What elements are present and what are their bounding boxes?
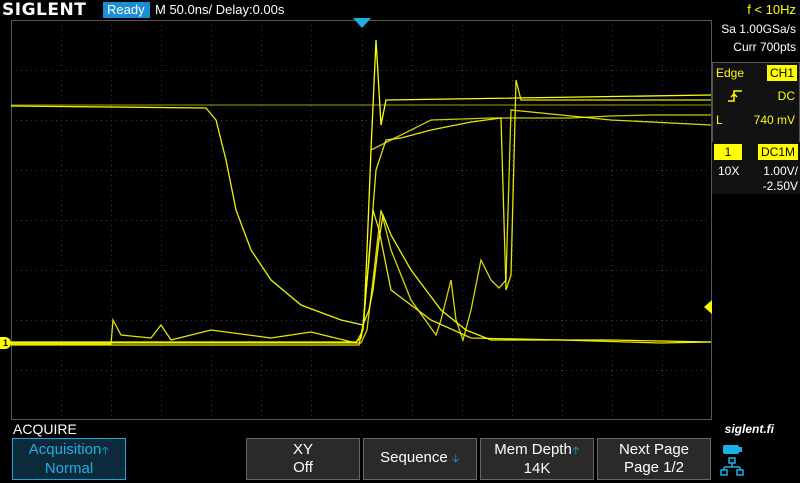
timebase-value: M 50.0ns/: [155, 2, 213, 17]
volts-per-div: 1.00V/: [763, 164, 798, 178]
ch1-trace: [11, 39, 712, 346]
softkey-value: 14K: [523, 460, 551, 477]
trigger-level-value: 740 mV: [753, 113, 795, 127]
sequence-softkey[interactable]: Sequence 🡣: [363, 438, 477, 480]
softkey-label: XY: [292, 441, 313, 458]
status-bar: SIGLENT Ready M 50.0ns/ Delay:0.00s f < …: [0, 0, 800, 20]
network-icon: [720, 457, 744, 476]
softkey-value: Page 1/2: [623, 459, 685, 476]
trigger-type: Edge: [716, 66, 745, 80]
softkey-value: Normal: [44, 460, 94, 477]
up-arrow-icon: 🡡: [101, 445, 110, 457]
down-arrow-icon: 🡣: [451, 453, 460, 465]
trigger-coupling: DC: [777, 89, 795, 103]
softkey-label: Next Page: [618, 441, 690, 458]
next-page-softkey[interactable]: Next Page Page 1/2: [597, 438, 711, 480]
menu-title: ACQUIRE: [13, 421, 77, 437]
system-status-icons: [720, 442, 746, 478]
brand-url: siglent.fi: [724, 422, 774, 436]
trigger-frequency: f < 10Hz: [747, 2, 796, 17]
waveform-display[interactable]: [11, 20, 712, 420]
channel-coupling: DC1M: [757, 144, 798, 160]
channel-offset: -2.50V: [762, 179, 798, 193]
info-panel: Sa 1.00GSa/s Curr 700pts Edge CH1 DC L 7…: [712, 20, 800, 420]
rising-edge-icon: [727, 89, 743, 106]
sample-rate: Sa 1.00GSa/s: [721, 22, 796, 36]
graticule: [11, 20, 712, 420]
brand-logo: SIGLENT: [2, 0, 87, 20]
memory-points: Curr 700pts: [733, 40, 796, 54]
delay-value: Delay:0.00s: [215, 2, 285, 17]
channel-number: 1: [714, 144, 742, 160]
acquisition-mode-softkey[interactable]: Acquisition🡡 Normal: [12, 438, 126, 480]
softkey-value: Off: [293, 459, 313, 476]
softkey-label: Acquisition: [28, 441, 102, 458]
run-status-badge[interactable]: Ready: [103, 2, 150, 18]
channel1-settings-box[interactable]: 1 DC1M 10X 1.00V/ -2.50V: [712, 142, 800, 194]
xy-mode-softkey[interactable]: XY Off: [246, 438, 360, 480]
ch1-offset-marker[interactable]: 1: [0, 337, 11, 349]
usb-icon: [723, 445, 742, 454]
waveform-grid-svg: [11, 20, 712, 420]
probe-attenuation: 10X: [718, 164, 740, 178]
timebase-readout[interactable]: M 50.0ns/ Delay:0.00s: [155, 0, 284, 20]
trigger-position-marker[interactable]: [353, 18, 371, 28]
softkey-label: Mem Depth: [494, 441, 572, 458]
softkey-label: Sequence: [380, 449, 448, 466]
trigger-level-marker[interactable]: [704, 300, 712, 314]
softkey-menu: ACQUIRE siglent.fi Acquisition🡡 Normal X…: [0, 420, 800, 480]
up-arrow-icon: 🡡: [571, 445, 580, 457]
mem-depth-softkey[interactable]: Mem Depth🡡 14K: [480, 438, 594, 480]
trigger-level-label: L: [716, 113, 723, 127]
trigger-source: CH1: [766, 65, 797, 81]
